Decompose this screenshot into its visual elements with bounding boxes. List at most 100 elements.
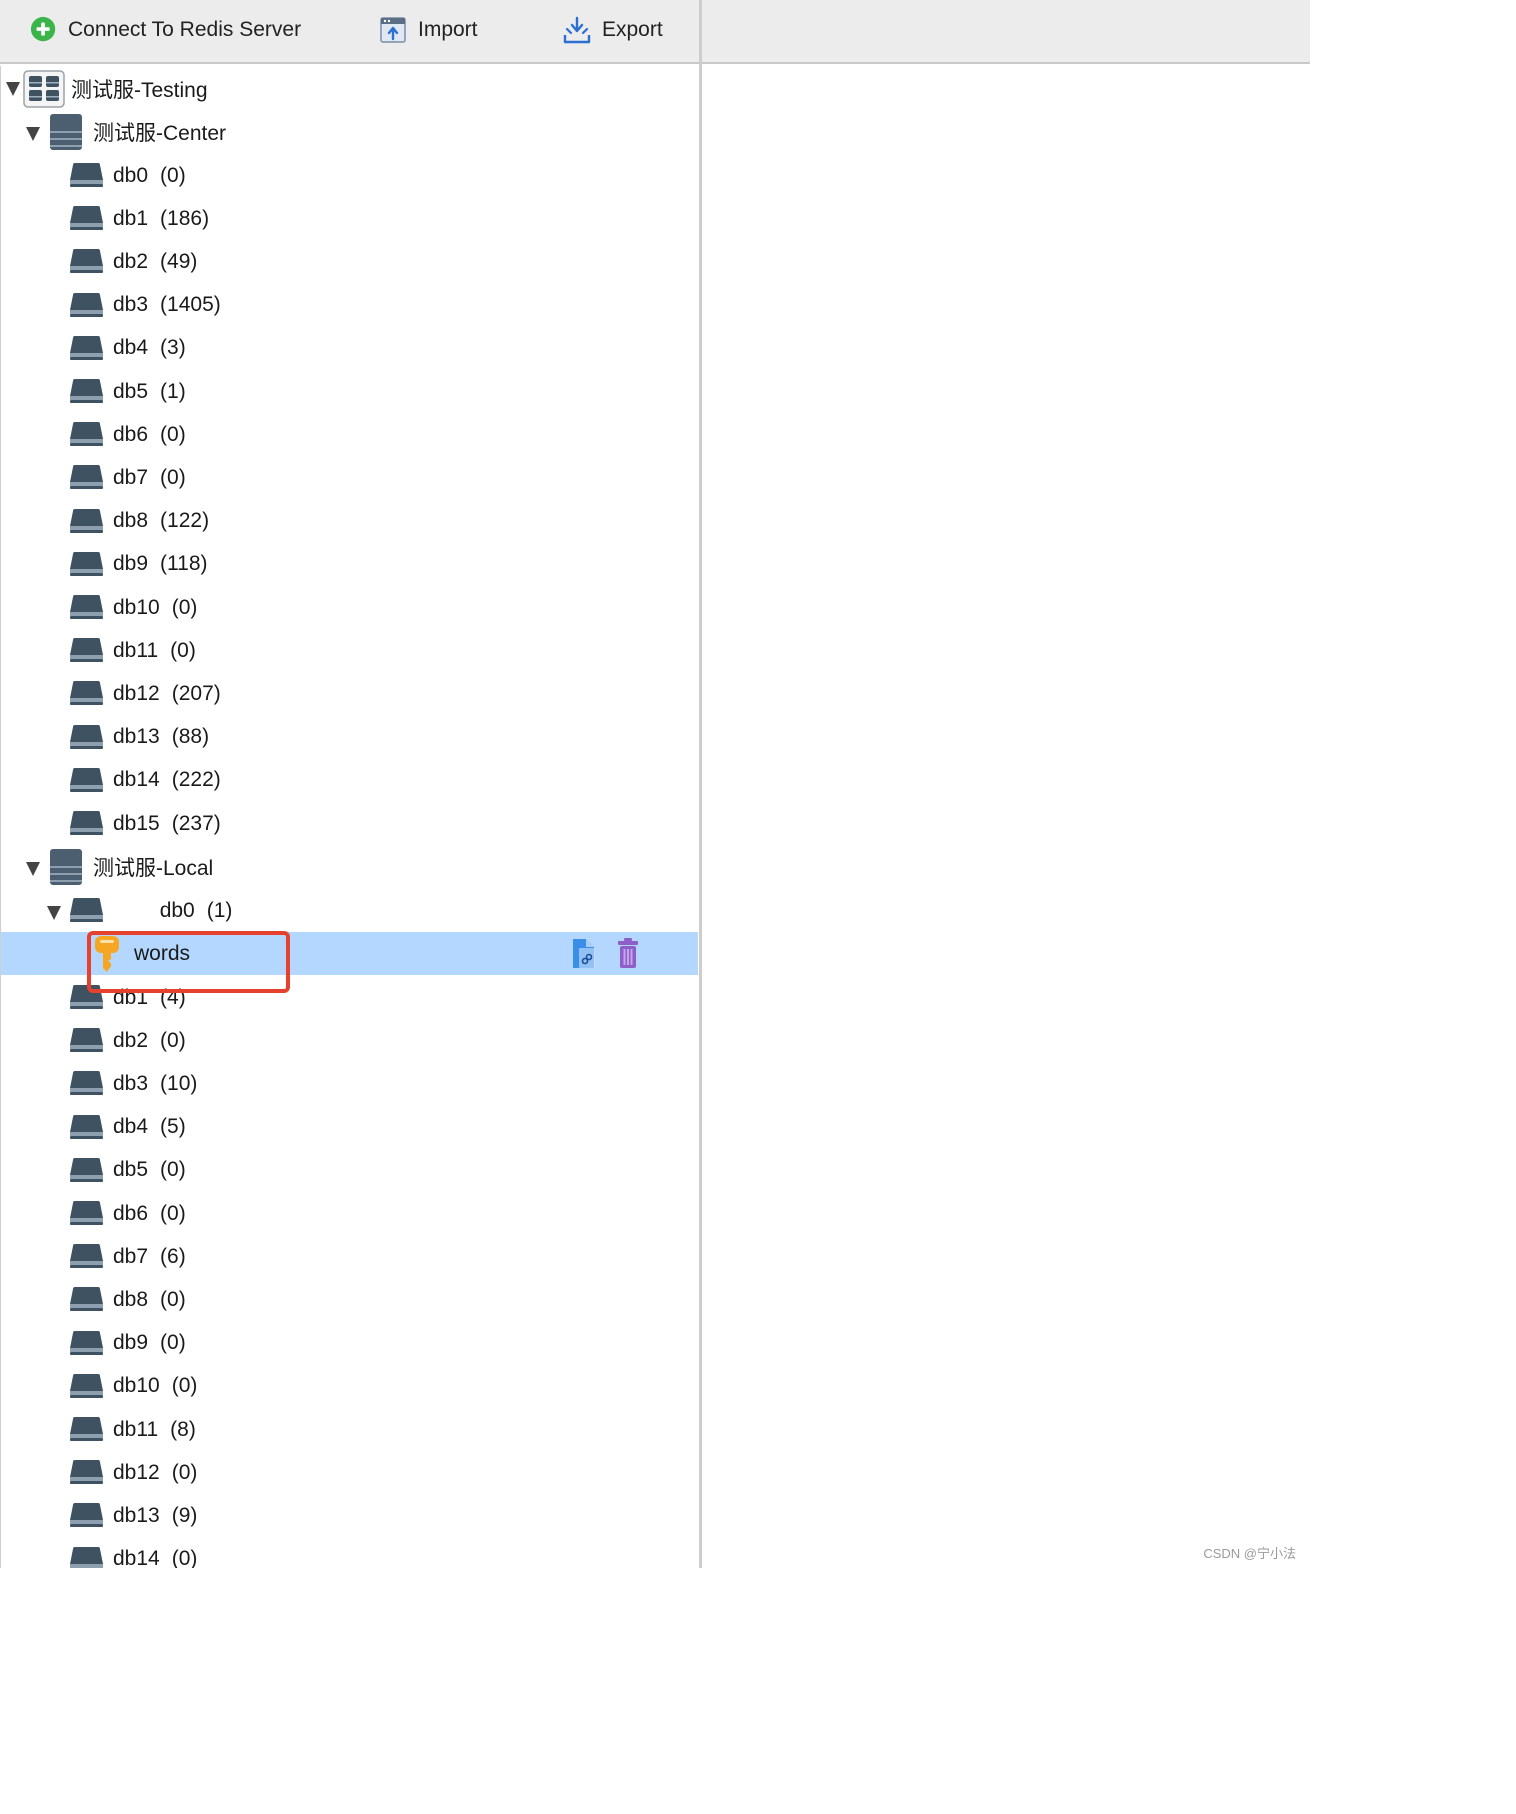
database-icon <box>70 508 103 533</box>
detail-pane <box>702 66 1310 1568</box>
db-name: db0 <box>113 163 149 187</box>
db-key-count: (237) <box>171 811 221 835</box>
tree-item-db[interactable]: db14 (0) <box>1 1538 698 1568</box>
db-key-count: (0) <box>160 1028 186 1052</box>
cluster-name: 测试服-Testing <box>71 78 208 102</box>
expand-arrow-icon[interactable] <box>6 82 20 96</box>
db-key-count: (0) <box>171 1460 198 1484</box>
database-icon <box>70 767 103 792</box>
tree-item-db[interactable]: db12 (207) <box>1 672 698 715</box>
db-name: db15 <box>113 811 160 835</box>
db-name: db11 <box>113 1417 159 1441</box>
tree-item-db[interactable]: db1 (4) <box>1 976 698 1019</box>
trash-icon[interactable] <box>617 938 639 968</box>
tree-item-db[interactable]: db13 (9) <box>1 1494 698 1537</box>
database-icon <box>70 595 103 619</box>
export-button-label: Export <box>602 18 663 41</box>
db-key-count: (0) <box>171 1547 198 1568</box>
database-icon <box>70 422 103 447</box>
tree-item-db[interactable]: db8 (122) <box>1 500 698 543</box>
tree-item-db[interactable]: db4 (3) <box>1 327 698 370</box>
database-icon <box>70 1028 103 1053</box>
tree-item-db[interactable]: db6 (0) <box>1 413 698 456</box>
db-key-count: (0) <box>170 638 196 662</box>
database-icon <box>70 551 103 576</box>
tree-item-key-selected[interactable]: words <box>1 932 698 975</box>
copy-key-icon[interactable] <box>571 938 597 970</box>
db-name: db11 <box>113 638 159 662</box>
connection-tree: 测试服-Testing 测试服-Center db0 (0) db1 (186) db2… <box>0 66 699 1568</box>
db-name: db5 <box>113 1158 149 1182</box>
db-key-count: (207) <box>171 681 221 705</box>
tree-item-db[interactable]: db2 (0) <box>1 1019 698 1062</box>
tree-item-db[interactable]: db5 (1) <box>1 370 698 413</box>
tree-item-db[interactable]: db12 (0) <box>1 1451 698 1494</box>
db-key-count: (3) <box>160 336 186 360</box>
tree-item-db[interactable]: db8 (0) <box>1 1278 698 1321</box>
db-name: db9 <box>113 1331 149 1355</box>
db-key-count: (122) <box>160 509 210 533</box>
tree-item-db[interactable]: db2 (49) <box>1 240 698 283</box>
database-icon <box>70 1460 103 1485</box>
db-key-count: (186) <box>160 206 210 230</box>
tree-item-db[interactable]: db7 (0) <box>1 456 698 499</box>
database-icon <box>70 335 103 360</box>
tree-item-db[interactable]: db3 (10) <box>1 1062 698 1105</box>
tree-item-cluster[interactable]: 测试服-Testing <box>1 67 698 110</box>
tree-item-db[interactable]: db7 (6) <box>1 1235 698 1278</box>
tree-item-server-center[interactable]: 测试服-Center <box>1 110 698 153</box>
tree-item-db[interactable]: db0 (0) <box>1 154 698 197</box>
watermark: CSDN @宁小法 <box>1203 1546 1296 1561</box>
db-name: db9 <box>113 552 149 576</box>
tree-item-db[interactable]: db15 (237) <box>1 802 698 845</box>
database-icon <box>70 465 103 490</box>
database-icon <box>70 206 103 231</box>
plus-circle-icon <box>30 16 56 42</box>
tree-item-db[interactable]: db6 (0) <box>1 1192 698 1235</box>
tree-item-db[interactable]: db10 (0) <box>1 586 698 629</box>
db-name: db13 <box>113 725 160 749</box>
db-name: db13 <box>113 1503 160 1527</box>
db-key-count: (0) <box>160 465 186 489</box>
import-button[interactable]: Import <box>378 12 478 48</box>
tree-item-db[interactable]: db11 (0) <box>1 629 698 672</box>
import-button-label: Import <box>418 18 478 41</box>
db-key-count: (0) <box>160 1287 186 1311</box>
db-key-count: (0) <box>160 1158 186 1182</box>
database-icon <box>70 1201 103 1225</box>
export-button[interactable]: Export <box>562 12 663 48</box>
db-name: db2 <box>113 249 149 273</box>
db-name: db12 <box>113 681 160 705</box>
connect-button-label: Connect To Redis Server <box>68 18 302 41</box>
expand-arrow-icon[interactable] <box>26 127 40 141</box>
cluster-icon <box>23 70 65 108</box>
tree-item-db[interactable]: db3 (1405) <box>1 284 698 327</box>
tree-item-db[interactable]: db13 (88) <box>1 716 698 759</box>
db-name: db10 <box>113 1374 160 1398</box>
tree-item-db-expanded[interactable]: db0 (1) <box>1 889 698 932</box>
db-name: db1 <box>113 206 149 230</box>
db-key-count: (118) <box>160 552 208 576</box>
db-key-count: (5) <box>160 1115 186 1139</box>
expand-arrow-icon[interactable] <box>47 906 61 920</box>
db-name: db7 <box>113 465 149 489</box>
db-key-count: (0) <box>160 1201 186 1225</box>
database-icon <box>70 1417 103 1441</box>
expand-arrow-icon[interactable] <box>26 862 40 876</box>
connect-to-redis-server-button[interactable]: Connect To Redis Server <box>30 12 301 48</box>
db-key-count: (6) <box>160 1244 186 1268</box>
tree-item-db[interactable]: db1 (186) <box>1 197 698 240</box>
database-icon <box>70 1114 103 1139</box>
tree-item-db[interactable]: db4 (5) <box>1 1106 698 1149</box>
tree-item-db[interactable]: db14 (222) <box>1 759 698 802</box>
tree-item-server-local[interactable]: 测试服-Local <box>1 845 698 888</box>
tree-item-db[interactable]: db9 (118) <box>1 543 698 586</box>
tree-item-db[interactable]: db9 (0) <box>1 1322 698 1365</box>
db-name: db3 <box>113 293 149 317</box>
db-key-count: (0) <box>160 422 186 446</box>
tree-item-db[interactable]: db10 (0) <box>1 1365 698 1408</box>
tree-item-db[interactable]: db11 (8) <box>1 1408 698 1451</box>
tree-item-db[interactable]: db5 (0) <box>1 1149 698 1192</box>
db-key-count: (1405) <box>160 293 221 317</box>
database-icon <box>70 1071 103 1096</box>
